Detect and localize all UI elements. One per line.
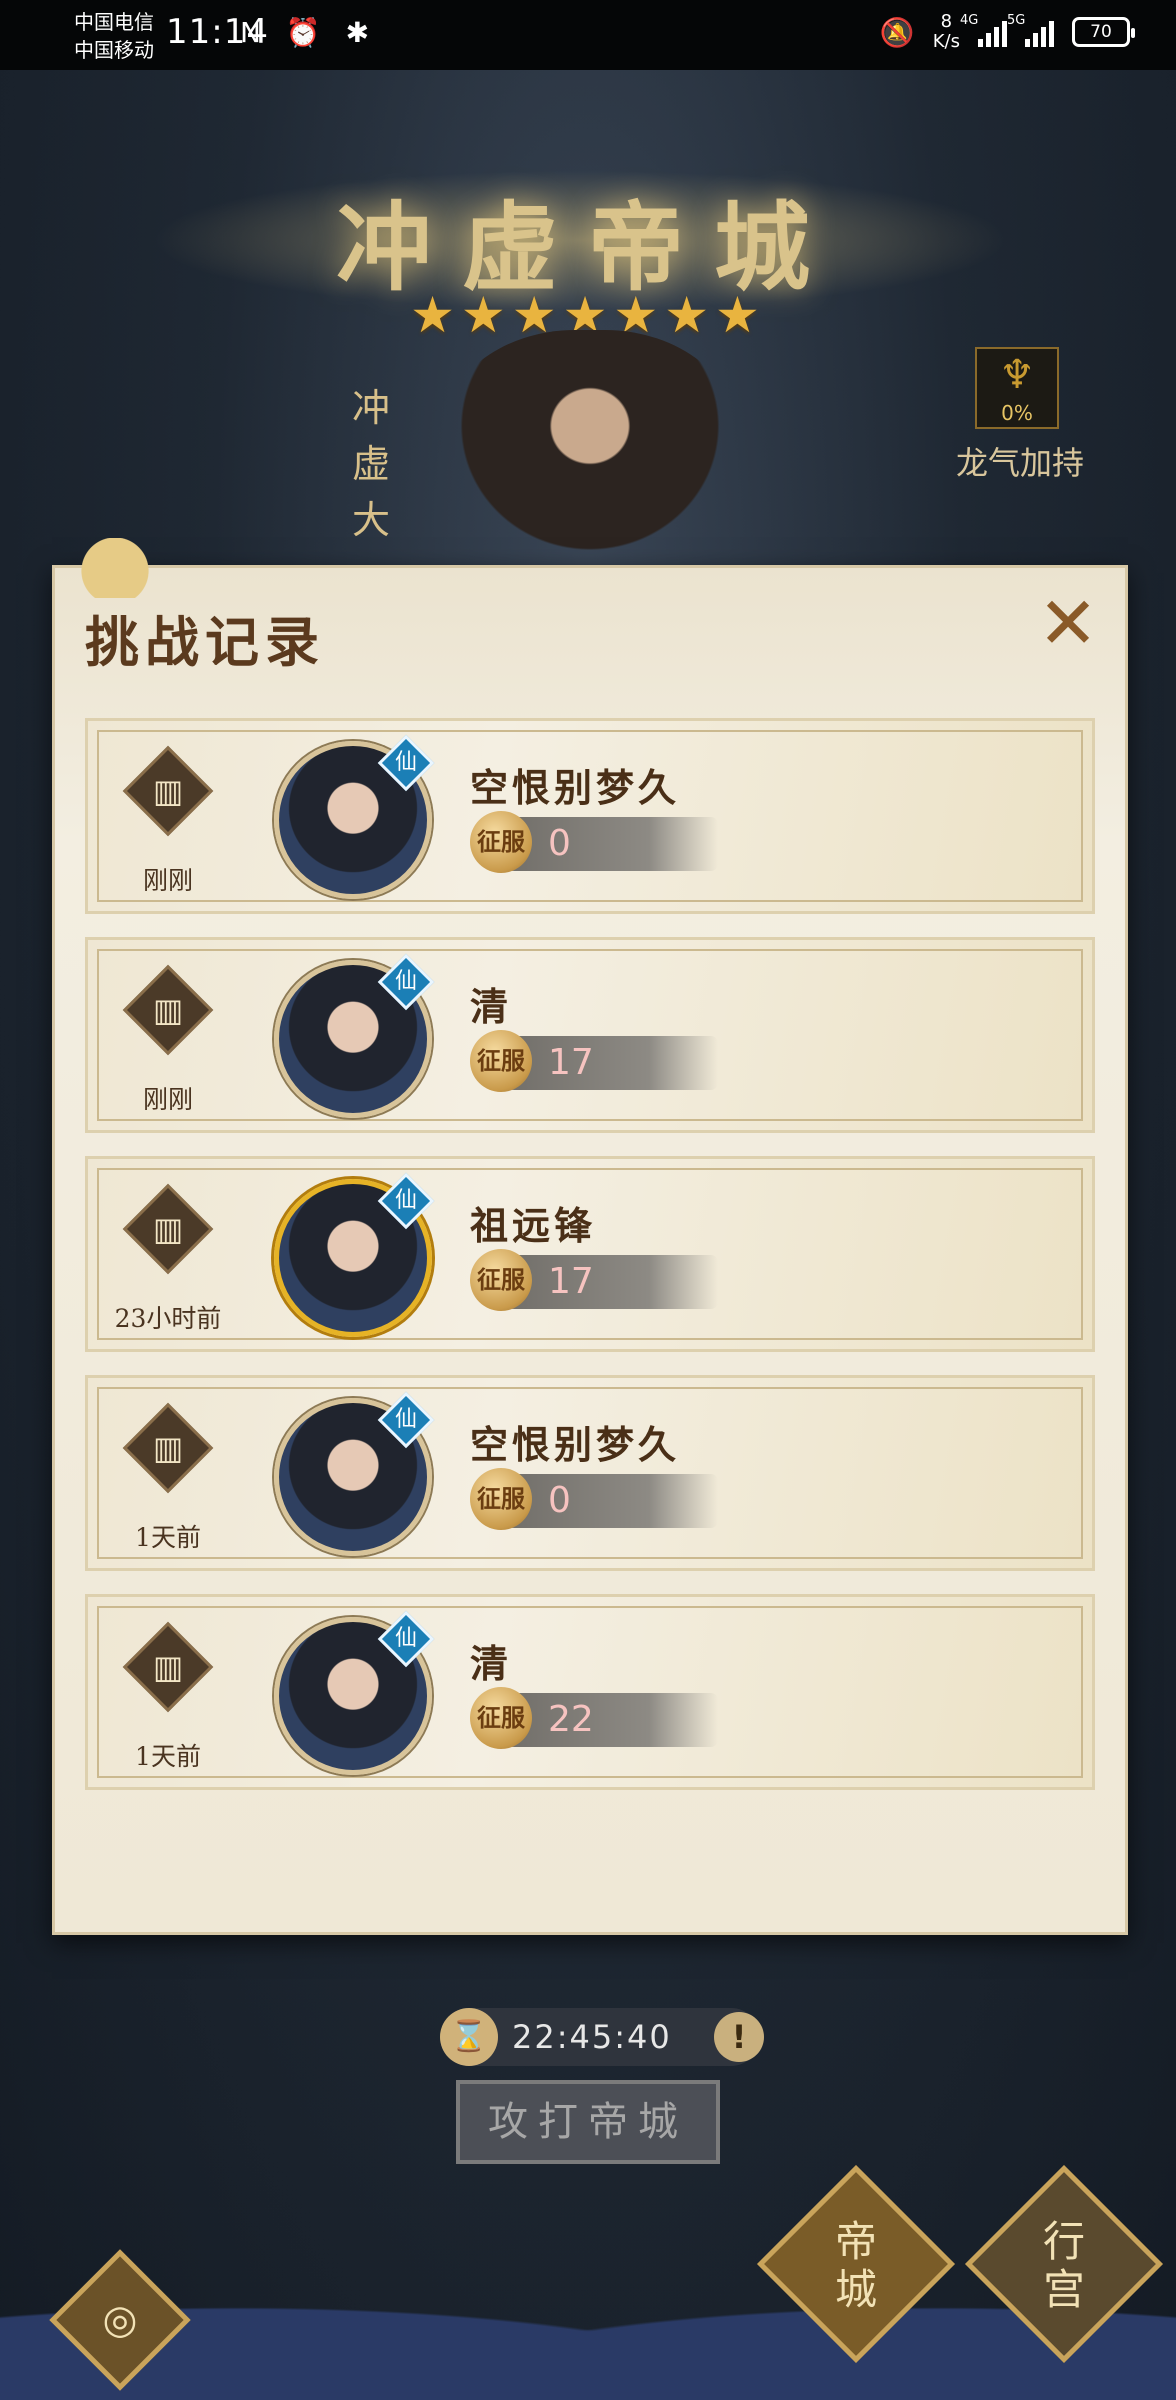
- countdown-value: 22:45:40: [512, 2018, 672, 2056]
- conquer-score: 0: [548, 823, 571, 864]
- signal-icon: 5G: [1007, 13, 1054, 47]
- network-speed: 8 K/s: [933, 12, 960, 52]
- swirl-icon: ◎: [102, 2297, 138, 2343]
- rank-chart-icon: ▥: [152, 1210, 184, 1248]
- dragon-power-percent: 0%: [1001, 401, 1033, 425]
- status-bar: 中国电信 中国移动 11:14 N ⏰ ✱ 🔕 8 K/s 4G 5G 70: [0, 0, 1176, 70]
- record-time: 1天前: [135, 1523, 201, 1552]
- record-row[interactable]: ▥ 刚刚 仙 清 征服 17: [85, 937, 1095, 1133]
- conquer-score: 22: [548, 1699, 594, 1740]
- conquer-coin-icon: 征服: [470, 1249, 532, 1311]
- conquer-coin-icon: 征服: [470, 1030, 532, 1092]
- record-time: 刚刚: [142, 866, 193, 895]
- attack-city-button[interactable]: 攻打帝城: [456, 2080, 720, 2164]
- dragon-power-button[interactable]: ♆ 0%: [975, 347, 1059, 429]
- conquer-coin-icon: 征服: [470, 1468, 532, 1530]
- dragon-icon: ♆: [999, 352, 1035, 398]
- carrier-2: 中国移动: [74, 38, 154, 62]
- title-ornament-icon: [49, 538, 159, 598]
- signal-type-1: 4G: [960, 13, 979, 28]
- record-time: 23小时前: [114, 1304, 222, 1333]
- rank-chart-icon: ▥: [152, 1429, 184, 1467]
- tab-palace-label: 行宫: [1042, 2217, 1085, 2314]
- record-time: 1天前: [135, 1742, 201, 1771]
- conquer-score: 17: [548, 1042, 594, 1083]
- player-name: 清: [470, 1641, 513, 1686]
- dragon-power-label: 龙气加持: [955, 444, 1084, 482]
- signal-icon: 4G: [960, 13, 1007, 47]
- close-button[interactable]: ✕: [1033, 587, 1103, 659]
- rank-chart-icon: ▥: [152, 991, 184, 1029]
- rank-chart-icon: ▥: [152, 1648, 184, 1686]
- tab-imperial-city-label: 帝城: [834, 2217, 877, 2314]
- record-row[interactable]: ▥ 1天前 仙 清 征服 22: [85, 1594, 1095, 1790]
- city-lord-portrait: [440, 330, 740, 570]
- record-row[interactable]: ▥ 1天前 仙 空恨别梦久 征服 0: [85, 1375, 1095, 1571]
- countdown-timer: ⌛ 22:45:40 !: [440, 2008, 764, 2066]
- speed-unit: K/s: [932, 31, 960, 52]
- status-icons: N ⏰ ✱: [240, 16, 378, 49]
- conquer-coin-icon: 征服: [470, 811, 532, 873]
- rank-chart-icon: ▥: [152, 772, 184, 810]
- player-name: 空恨别梦久: [470, 765, 681, 810]
- dialog-title: 挑战记录: [85, 610, 325, 674]
- battery-icon: 70: [1072, 17, 1135, 47]
- player-name: 清: [470, 984, 513, 1029]
- signal-type-2: 5G: [1007, 13, 1026, 28]
- conquer-coin-icon: 征服: [470, 1687, 532, 1749]
- info-button[interactable]: !: [714, 2012, 764, 2062]
- conquer-score: 0: [548, 1480, 571, 1521]
- record-row[interactable]: ▥ 刚刚 仙 空恨别梦久 征服 0: [85, 718, 1095, 914]
- carrier-1: 中国电信: [74, 10, 154, 34]
- speed-value: 8: [940, 11, 953, 32]
- record-time: 刚刚: [142, 1085, 193, 1114]
- player-name: 祖远锋: [470, 1203, 597, 1248]
- hourglass-icon: ⌛: [440, 2008, 498, 2066]
- player-name: 空恨别梦久: [470, 1422, 681, 1467]
- mute-icon: 🔕: [879, 15, 915, 49]
- carriers: 中国电信 中国移动: [74, 8, 154, 64]
- challenge-record-dialog: 挑战记录 ✕ ▥ 刚刚 仙 空恨别梦久 征服 0 ▥ 刚刚 仙 清 征服 17: [49, 538, 1128, 1935]
- record-list: ▥ 刚刚 仙 空恨别梦久 征服 0 ▥ 刚刚 仙 清 征服 17 ▥ 23小时前…: [85, 718, 1095, 1813]
- record-row[interactable]: ▥ 23小时前 仙 祖远锋 征服 17: [85, 1156, 1095, 1352]
- conquer-score: 17: [548, 1261, 594, 1302]
- city-lord-name: 冲虚大: [352, 386, 391, 542]
